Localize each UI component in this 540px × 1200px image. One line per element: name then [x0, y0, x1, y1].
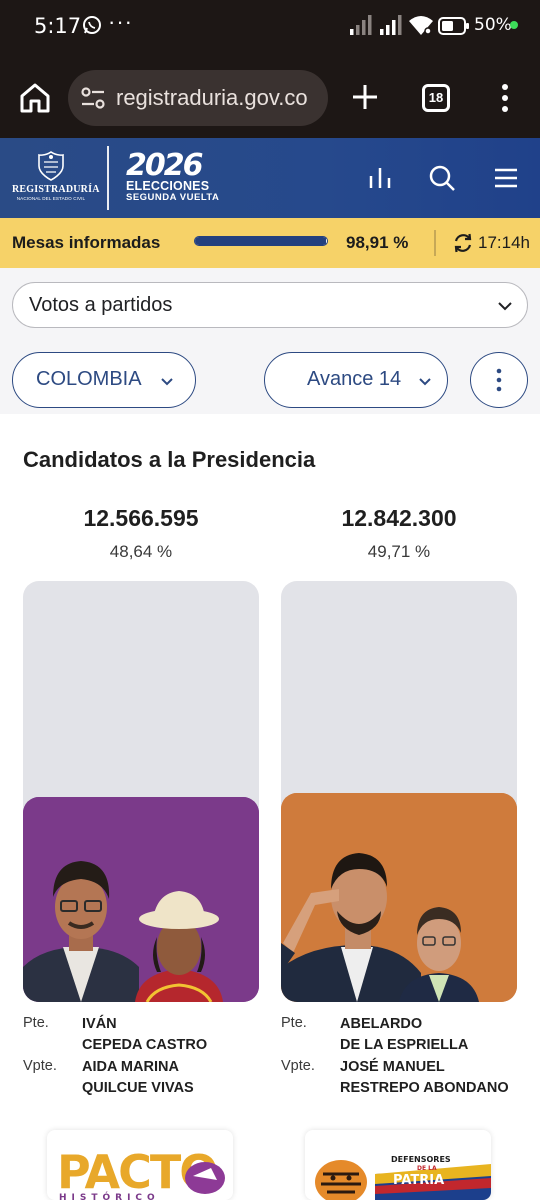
more-vert-icon[interactable] — [498, 82, 512, 114]
party-logo-text: DEFENSORES — [391, 1155, 451, 1164]
shield-icon — [38, 151, 64, 181]
mesas-percent: 98,91 % — [346, 233, 409, 252]
event-subtitle: SEGUNDA VUELTA — [126, 192, 220, 203]
tabs-button[interactable]: 18 — [422, 84, 450, 112]
header-divider — [107, 146, 109, 210]
president-last-name: CEPEDA CASTRO — [82, 1037, 208, 1053]
candidate-percent: 49,71 % — [367, 542, 431, 561]
vice-president-first-name: AIDA MARINA — [82, 1059, 179, 1075]
vice-president-name: AIDA MARINA QUILCUE VIVAS — [82, 1057, 194, 1099]
mesas-progress-bar — [194, 236, 328, 246]
defensores-de-la-patria-logo: DEFENSORES DE LA PATRIA — [315, 1155, 491, 1200]
vice-president-role-label: Vpte. — [23, 1058, 57, 1074]
url-text: registraduria.gov.co — [116, 85, 308, 110]
mesas-label: Mesas informadas — [12, 233, 161, 252]
president-first-name: ABELARDO — [340, 1016, 423, 1032]
candidate-portrait-illustration — [23, 797, 259, 1002]
party-logo-pacto-historico[interactable]: PACTO HISTÓRICO — [47, 1130, 233, 1200]
event-title: ELECCIONES — [126, 179, 210, 193]
results-section: Candidatos a la Presidencia 12.566.595 4… — [0, 414, 540, 1200]
bar-chart-icon[interactable] — [366, 164, 394, 192]
chevron-down-icon — [161, 378, 173, 386]
browser-toolbar: registraduria.gov.co 18 — [0, 56, 540, 138]
president-name: IVÁN CEPEDA CASTRO — [82, 1014, 207, 1056]
president-role-label: Pte. — [23, 1015, 49, 1031]
candidate-photo — [281, 793, 517, 1002]
party-logo-midtext: DE LA — [417, 1165, 437, 1172]
signal-icon — [350, 15, 372, 35]
app-root: 5:17 ··· 50% registraduria.gov.co 18 REG… — [0, 0, 540, 1200]
candidate-share-bar[interactable] — [281, 581, 517, 1002]
vice-president-last-name: RESTREPO ABONDANO — [340, 1080, 509, 1096]
president-last-name: DE LA ESPRIELLA — [340, 1037, 469, 1053]
refresh-icon[interactable] — [452, 232, 474, 254]
hamburger-menu-icon[interactable] — [492, 164, 520, 192]
pacto-historico-logo: PACTO HISTÓRICO — [57, 1145, 225, 1200]
party-logo-defensores-de-la-patria[interactable]: DEFENSORES DE LA PATRIA — [305, 1130, 491, 1200]
home-icon[interactable] — [18, 82, 52, 114]
candidate-votes: 12.842.300 — [341, 505, 457, 531]
event-year: 2026 — [126, 148, 204, 183]
battery-percent: 50% — [474, 15, 512, 35]
elecciones-logo: 2026 ELECCIONES SEGUNDA VUELTA — [126, 148, 236, 208]
privacy-indicator-dot — [510, 21, 518, 29]
view-select[interactable]: Votos a partidos — [12, 282, 528, 328]
status-bar: 5:17 ··· 50% — [0, 0, 540, 56]
president-role-label: Pte. — [281, 1015, 307, 1031]
last-update-time: 17:14h — [478, 233, 530, 252]
status-time: 5:17 — [34, 14, 82, 38]
plus-icon[interactable] — [350, 82, 380, 112]
org-name: REGISTRADURÍA — [12, 184, 100, 195]
vice-president-last-name: QUILCUE VIVAS — [82, 1080, 194, 1096]
bulletin-select-value: Avance 14 — [307, 368, 402, 390]
region-select-value: COLOMBIA — [36, 368, 142, 390]
search-icon[interactable] — [428, 164, 456, 192]
status-more-dots: ··· — [108, 9, 133, 34]
org-subtitle: NACIONAL DEL ESTADO CIVIL — [16, 196, 86, 201]
vice-president-name: JOSÉ MANUEL RESTREPO ABONDANO — [340, 1057, 509, 1099]
mesas-progress-fill — [195, 237, 326, 245]
section-title: Candidatos a la Presidencia — [23, 447, 316, 472]
filters-panel: Votos a partidos COLOMBIA Avance 14 — [0, 268, 540, 414]
whatsapp-icon — [83, 16, 101, 34]
chevron-down-icon — [419, 378, 431, 386]
bulletin-select[interactable]: Avance 14 — [264, 352, 448, 408]
more-vert-icon — [496, 368, 502, 392]
president-first-name: IVÁN — [82, 1016, 117, 1032]
signal-icon — [380, 15, 402, 35]
wifi-icon — [409, 16, 433, 35]
candidate-votes: 12.566.595 — [83, 505, 199, 531]
view-select-value: Votos a partidos — [29, 294, 173, 316]
party-logo-subtext: HISTÓRICO — [59, 1191, 160, 1200]
region-select[interactable]: COLOMBIA — [12, 352, 196, 408]
address-bar[interactable]: registraduria.gov.co — [68, 70, 328, 126]
candidate-share-bar[interactable] — [23, 581, 259, 1002]
battery-icon — [438, 17, 469, 35]
vice-president-role-label: Vpte. — [281, 1058, 315, 1074]
site-header: REGISTRADURÍA NACIONAL DEL ESTADO CIVIL … — [0, 138, 540, 218]
more-options-button[interactable] — [470, 352, 528, 408]
chevron-down-icon — [498, 302, 512, 311]
progress-strip: Mesas informadas 98,91 % 17:14h — [0, 218, 540, 268]
candidate-percent: 48,64 % — [109, 542, 173, 561]
vice-president-first-name: JOSÉ MANUEL — [340, 1059, 445, 1075]
registraduria-logo[interactable]: REGISTRADURÍA NACIONAL DEL ESTADO CIVIL — [12, 150, 100, 208]
candidate-portrait-illustration — [281, 793, 517, 1002]
strip-divider — [434, 230, 436, 256]
president-name: ABELARDO DE LA ESPRIELLA — [340, 1014, 468, 1056]
site-settings-icon[interactable] — [80, 86, 106, 110]
candidate-photo — [23, 797, 259, 1002]
party-logo-subtext: PATRIA — [393, 1173, 444, 1188]
